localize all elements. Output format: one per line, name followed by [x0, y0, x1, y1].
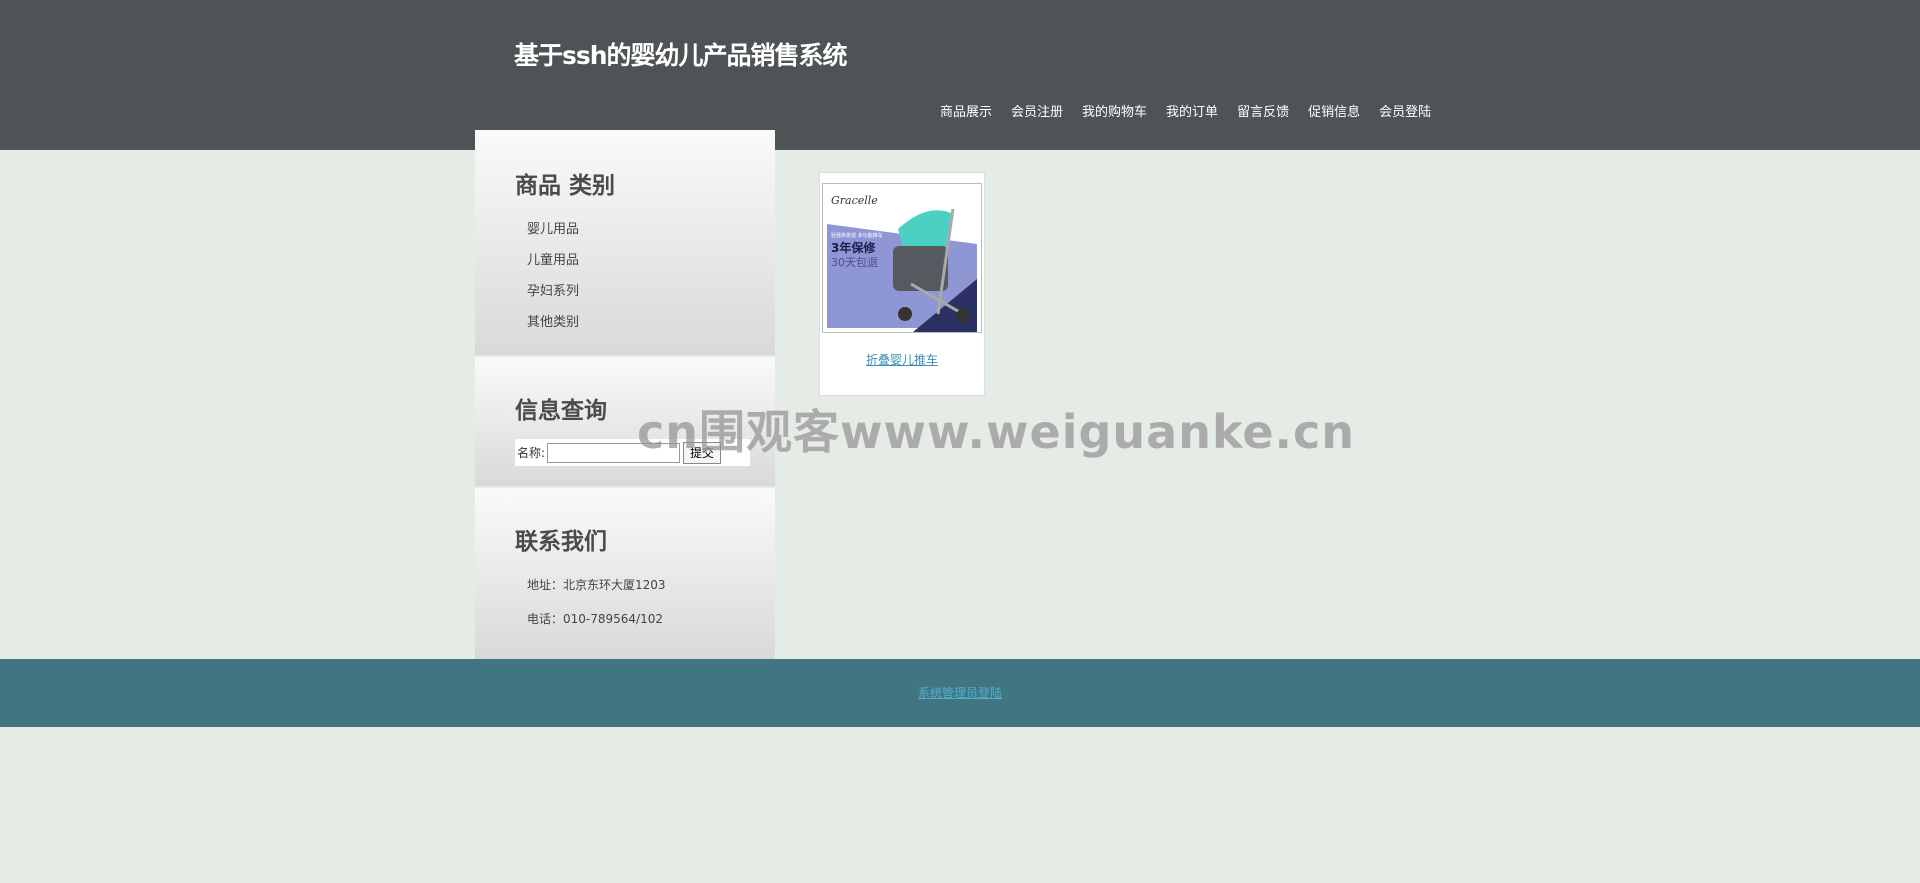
nav-item-register[interactable]: 会员注册 — [1011, 101, 1063, 120]
contact-panel: 联系我们 地址：北京东环大厦1203 电话：010-789564/102 — [475, 488, 775, 659]
category-item-other[interactable]: 其他类别 — [527, 307, 775, 338]
stroller-seat — [893, 246, 948, 291]
return-text: 30天包退 — [831, 256, 878, 269]
search-label: 名称: — [517, 446, 546, 460]
sidebar: 商品 类别 婴儿用品 儿童用品 孕妇系列 其他类别 信息查询 名称: 提交 联系… — [475, 130, 775, 659]
watermark: cn围观客www.weiguanke.cn — [637, 405, 1356, 459]
site-title: 基于ssh的婴幼儿产品销售系统 — [514, 41, 848, 70]
category-item-baby[interactable]: 婴儿用品 — [527, 214, 775, 245]
category-item-children[interactable]: 儿童用品 — [527, 245, 775, 276]
contact-title: 联系我们 — [515, 529, 607, 555]
nav-item-login[interactable]: 会员登陆 — [1379, 101, 1431, 120]
nav-item-orders[interactable]: 我的订单 — [1166, 101, 1218, 120]
category-item-maternity[interactable]: 孕妇系列 — [527, 276, 775, 307]
site-header: 基于ssh的婴幼儿产品销售系统 商品展示 会员注册 我的购物车 我的订单 留言反… — [0, 0, 1920, 150]
main-nav: 商品展示 会员注册 我的购物车 我的订单 留言反馈 促销信息 会员登陆 — [940, 101, 1450, 120]
nav-item-cart[interactable]: 我的购物车 — [1082, 101, 1147, 120]
product-link[interactable]: 折叠婴儿推车 — [820, 351, 984, 368]
warranty-text: 3年保修 — [831, 240, 876, 255]
nav-item-products[interactable]: 商品展示 — [940, 101, 992, 120]
category-title: 商品 类别 — [515, 173, 616, 199]
category-panel: 商品 类别 婴儿用品 儿童用品 孕妇系列 其他类别 — [475, 130, 775, 357]
brand-logo-text: Gracelle — [831, 194, 878, 207]
nav-item-feedback[interactable]: 留言反馈 — [1237, 101, 1289, 120]
nav-item-promotions[interactable]: 促销信息 — [1308, 101, 1360, 120]
contact-phone: 电话：010-789564/102 — [527, 612, 663, 626]
category-list: 婴儿用品 儿童用品 孕妇系列 其他类别 — [475, 214, 775, 338]
product-card: Gracelle 轻便高景观 多功能推车 3年保修 30天包退 折叠婴儿推车 — [819, 172, 985, 396]
site-footer: 系统管理员登陆 — [0, 659, 1920, 727]
product-image[interactable]: Gracelle 轻便高景观 多功能推车 3年保修 30天包退 — [822, 183, 982, 333]
admin-login-link[interactable]: 系统管理员登陆 — [0, 684, 1920, 701]
tagline-text: 轻便高景观 多功能推车 — [831, 232, 883, 239]
contact-address: 地址：北京东环大厦1203 — [527, 578, 666, 592]
